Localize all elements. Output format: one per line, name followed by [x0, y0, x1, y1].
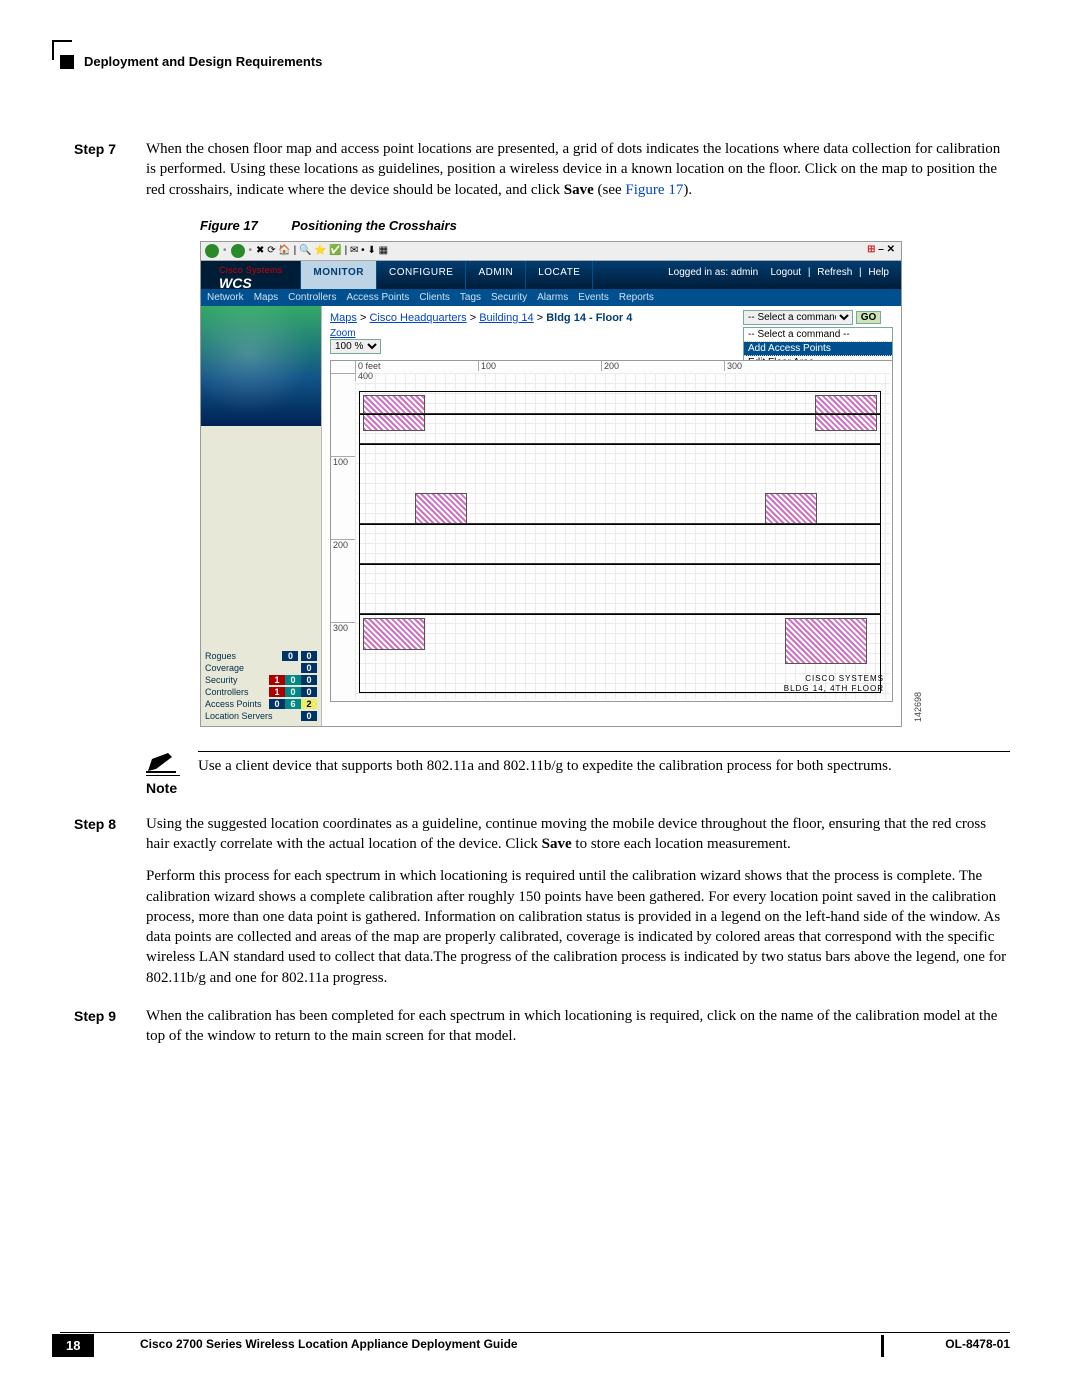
step-7-label: Step 7: [60, 139, 116, 200]
help-link[interactable]: Help: [868, 267, 889, 278]
footer-doc-id: OL-8478-01: [945, 1337, 1010, 1351]
note-pencil-icon: Note: [146, 751, 180, 796]
tab-locate[interactable]: LOCATE: [526, 261, 593, 289]
sidebar-globe-image: [201, 306, 321, 426]
logout-link[interactable]: Logout: [771, 267, 802, 278]
floorplan-title-a: CISCO SYSTEMS: [805, 674, 884, 683]
subnav-ap[interactable]: Access Points: [347, 292, 410, 303]
step-8-text: Using the suggested location coordinates…: [146, 814, 1010, 988]
bc-floor: Bldg 14 - Floor 4: [546, 312, 632, 324]
subnav-network[interactable]: Network: [207, 292, 244, 303]
window-controls[interactable]: ⊞ – ✕: [867, 244, 895, 255]
step-9-label: Step 9: [60, 1006, 116, 1047]
toolbar-icons: ✖ ⟳ 🏠 | 🔍 ⭐ ✅ | ✉ • ⬇ ▦: [256, 245, 388, 256]
zoom-select[interactable]: 100 %: [330, 339, 381, 354]
step-9-text: When the calibration has been completed …: [146, 1006, 1010, 1047]
subnav-tags[interactable]: Tags: [460, 292, 481, 303]
header-section-title: Deployment and Design Requirements: [84, 54, 322, 69]
floorplan-title-b: BLDG 14, 4TH FLOOR: [784, 684, 884, 693]
floor-map[interactable]: 0 feet100200300400 100200300400: [330, 360, 893, 702]
subnav-maps[interactable]: Maps: [254, 292, 278, 303]
page-number: 18: [52, 1334, 94, 1357]
sidebar-stats: Rogues0 0 Coverage0 Security100 Controll…: [205, 650, 317, 722]
go-button[interactable]: GO: [856, 311, 882, 324]
bc-maps[interactable]: Maps: [330, 312, 357, 324]
wcs-screenshot: • • ✖ ⟳ 🏠 | 🔍 ⭐ ✅ | ✉ • ⬇ ▦ ⊞ – ✕ Cisco …: [200, 241, 902, 727]
page-footer: Cisco 2700 Series Wireless Location Appl…: [60, 1332, 1010, 1351]
bc-bldg[interactable]: Building 14: [479, 312, 533, 324]
wcs-sidebar: Rogues0 0 Coverage0 Security100 Controll…: [201, 306, 322, 726]
footer-doc-title: Cisco 2700 Series Wireless Location Appl…: [60, 1337, 945, 1351]
figure-id: 142698: [913, 692, 923, 722]
figure-17-link[interactable]: Figure 17: [625, 182, 683, 198]
tab-configure[interactable]: CONFIGURE: [377, 261, 467, 289]
back-icon[interactable]: [205, 244, 219, 258]
subnav-controllers[interactable]: Controllers: [288, 292, 336, 303]
subnav-security[interactable]: Security: [491, 292, 527, 303]
subnav-clients[interactable]: Clients: [419, 292, 450, 303]
sub-nav: Network Maps Controllers Access Points C…: [201, 289, 901, 306]
step-7-text: When the chosen floor map and access poi…: [146, 139, 1010, 200]
zoom-label[interactable]: Zoom: [330, 328, 356, 339]
ruler-left: 100200300400: [331, 373, 355, 701]
note-label: Note: [146, 775, 180, 796]
subnav-events[interactable]: Events: [578, 292, 609, 303]
note-text: Use a client device that supports both 8…: [198, 751, 1010, 776]
subnav-reports[interactable]: Reports: [619, 292, 654, 303]
refresh-link[interactable]: Refresh: [817, 267, 852, 278]
login-info: Logged in as: admin Logout | Refresh | H…: [660, 261, 901, 289]
command-select[interactable]: -- Select a command --: [743, 310, 853, 325]
subnav-alarms[interactable]: Alarms: [537, 292, 568, 303]
figure-17-caption: Figure 17 Positioning the Crosshairs: [200, 218, 1010, 233]
tab-monitor[interactable]: MONITOR: [301, 261, 377, 289]
tab-admin[interactable]: ADMIN: [466, 261, 526, 289]
forward-icon[interactable]: [231, 244, 245, 258]
footer-marker: [881, 1335, 884, 1357]
step-8-label: Step 8: [60, 814, 116, 988]
cisco-wcs-logo: Cisco Systems WCS: [201, 261, 301, 289]
ruler-top: 0 feet100200300400: [355, 361, 892, 373]
bc-hq[interactable]: Cisco Headquarters: [369, 312, 466, 324]
running-header: Deployment and Design Requirements: [60, 54, 1010, 69]
browser-toolbar: • • ✖ ⟳ 🏠 | 🔍 ⭐ ✅ | ✉ • ⬇ ▦ ⊞ – ✕: [201, 242, 901, 261]
